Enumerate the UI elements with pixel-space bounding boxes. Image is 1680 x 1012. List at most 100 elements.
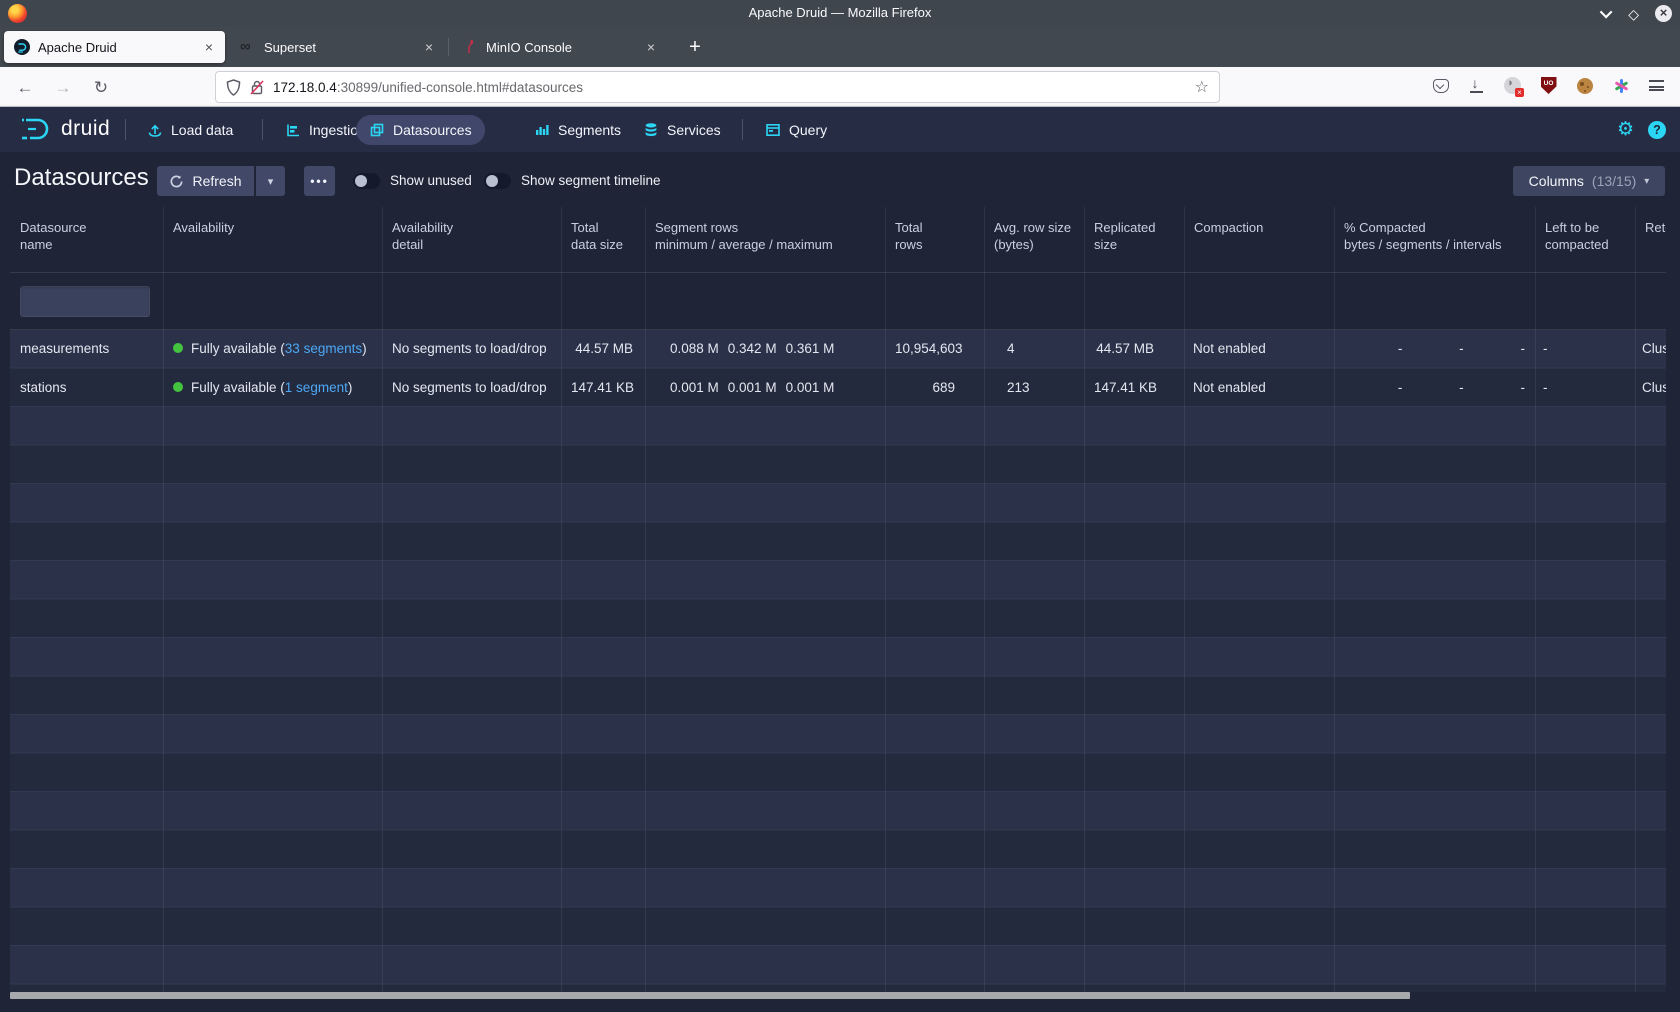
col-header-left-to-be-compacted[interactable]: Left to be compacted xyxy=(1535,207,1635,272)
tab-separator xyxy=(448,38,449,56)
pct-compacted: --- xyxy=(1334,369,1535,408)
tab-title: Apache Druid xyxy=(38,40,117,55)
nav-segments[interactable]: Segments xyxy=(521,115,634,145)
col-header-retention[interactable]: Retention xyxy=(1635,207,1666,272)
forward-button[interactable]: → xyxy=(50,75,76,101)
datasource-name[interactable]: measurements xyxy=(10,330,163,369)
segment-rows: 0.001 M0.001 M0.001 M xyxy=(645,369,885,408)
extension-icon[interactable] xyxy=(1501,74,1524,97)
col-header-compaction[interactable]: Compaction xyxy=(1184,207,1334,272)
page-title: Datasources xyxy=(14,164,149,192)
col-header-pct-compacted[interactable]: % Compacted bytes / segments / intervals xyxy=(1334,207,1535,272)
pct-compacted: --- xyxy=(1334,330,1535,369)
availability: Fully available (33 segments) xyxy=(163,330,382,369)
tab-close-icon[interactable]: × xyxy=(203,39,215,55)
nav-datasources[interactable]: Datasources xyxy=(356,115,485,145)
query-icon xyxy=(765,122,781,138)
show-segment-timeline-label: Show segment timeline xyxy=(521,173,661,188)
columns-button[interactable]: Columns (13/15) ▾ xyxy=(1513,166,1665,196)
compaction: Not enabled xyxy=(1184,330,1334,369)
table-empty-rows xyxy=(10,330,1666,992)
downloads-icon[interactable] xyxy=(1465,74,1488,97)
cookie-extension-icon[interactable] xyxy=(1573,74,1596,97)
avg-row-size: 4 xyxy=(984,330,1084,369)
availability: Fully available (1 segment) xyxy=(163,369,382,408)
refresh-dropdown-button[interactable]: ▾ xyxy=(256,166,285,196)
show-unused-label: Show unused xyxy=(390,173,472,188)
tab-minio-console[interactable]: MinIO Console × xyxy=(452,31,667,63)
tab-bar: Apache Druid × ∞ Superset × MinIO Consol… xyxy=(0,27,1680,67)
nav-services[interactable]: Services xyxy=(630,115,734,145)
col-header-datasource-name[interactable]: Datasource name xyxy=(10,207,163,272)
close-window-icon[interactable]: × xyxy=(1655,5,1672,22)
col-header-availability-detail[interactable]: Availability detail xyxy=(382,207,561,272)
horizontal-scrollbar[interactable] xyxy=(10,992,1410,999)
retention[interactable]: Cluster default xyxy=(1635,369,1666,408)
load-data-icon xyxy=(147,122,163,138)
col-header-total-rows[interactable]: Total rows xyxy=(885,207,984,272)
back-button[interactable]: ← xyxy=(12,75,38,101)
menu-icon[interactable] xyxy=(1645,74,1668,97)
toggle-knob xyxy=(486,175,498,187)
refresh-button-group: Refresh ▾ xyxy=(157,166,285,196)
show-segment-timeline-toggle[interactable] xyxy=(484,173,511,189)
retention[interactable]: Cluster default xyxy=(1635,330,1666,369)
total-data-size: 44.57 MB xyxy=(561,330,645,369)
maximize-icon[interactable]: ◇ xyxy=(1628,7,1639,21)
segment-rows: 0.088 M0.342 M0.361 M xyxy=(645,330,885,369)
col-header-replicated-size[interactable]: Replicated size xyxy=(1084,207,1184,272)
tab-close-icon[interactable]: × xyxy=(423,39,435,55)
new-tab-button[interactable]: + xyxy=(682,35,708,61)
ingestion-icon xyxy=(285,122,301,138)
toggle-knob xyxy=(355,175,367,187)
compaction: Not enabled xyxy=(1184,369,1334,408)
tab-apache-druid[interactable]: Apache Druid × xyxy=(4,31,225,63)
datasource-name-filter-input[interactable] xyxy=(20,286,150,317)
refresh-button[interactable]: Refresh xyxy=(157,166,254,196)
nav-divider xyxy=(125,119,126,140)
col-header-availability[interactable]: Availability xyxy=(163,207,382,272)
help-icon[interactable]: ? xyxy=(1648,121,1666,139)
replicated-size: 44.57 MB xyxy=(1084,330,1184,369)
replicated-size: 147.41 KB xyxy=(1084,369,1184,408)
ublock-icon[interactable]: UO xyxy=(1537,74,1560,97)
nav-load-data[interactable]: Load data xyxy=(134,115,246,145)
nav-query[interactable]: Query xyxy=(752,115,840,145)
url-bar[interactable]: 172.18.0.4:30899/unified-console.html#da… xyxy=(215,71,1220,103)
bookmark-star-icon[interactable]: ☆ xyxy=(1195,77,1209,97)
left-to-be-compacted: - xyxy=(1535,330,1635,369)
window-titlebar: Apache Druid — Mozilla Firefox ◇ × xyxy=(0,0,1680,27)
show-unused-toggle[interactable] xyxy=(353,173,380,189)
datasource-name[interactable]: stations xyxy=(10,369,163,408)
pocket-icon[interactable] xyxy=(1429,74,1452,97)
reload-button[interactable]: ↻ xyxy=(88,75,114,101)
table-row-measurements: measurements Fully available (33 segment… xyxy=(10,330,1666,369)
table-row-stations: stations Fully available (1 segment) No … xyxy=(10,369,1666,408)
druid-logo[interactable]: druid xyxy=(18,114,110,144)
nav-divider xyxy=(262,119,263,140)
insecure-lock-icon[interactable] xyxy=(250,79,264,96)
tracking-shield-icon[interactable] xyxy=(226,79,241,96)
druid-wordmark: druid xyxy=(61,117,110,141)
url-text[interactable]: 172.18.0.4:30899/unified-console.html#da… xyxy=(273,80,1186,95)
services-icon xyxy=(643,122,659,138)
gear-icon[interactable]: ⚙ xyxy=(1617,120,1634,139)
segments-link[interactable]: 1 segment xyxy=(285,380,348,395)
asterisk-extension-icon[interactable] xyxy=(1609,74,1632,97)
datasources-icon xyxy=(369,122,385,138)
tab-superset[interactable]: ∞ Superset × xyxy=(230,31,445,63)
datasources-page: Datasources Refresh ▾ ••• Show unused Sh… xyxy=(0,152,1680,1012)
col-header-segment-rows[interactable]: Segment rows minimum / average / maximum xyxy=(645,207,885,272)
superset-favicon: ∞ xyxy=(240,39,256,55)
total-rows: 10,954,603 xyxy=(885,330,984,369)
window-title: Apache Druid — Mozilla Firefox xyxy=(0,5,1680,20)
tab-close-icon[interactable]: × xyxy=(645,39,657,55)
col-header-total-data-size[interactable]: Total data size xyxy=(561,207,645,272)
col-header-avg-row-size[interactable]: Avg. row size (bytes) xyxy=(984,207,1084,272)
total-rows: 689 xyxy=(885,369,984,408)
segments-link[interactable]: 33 segments xyxy=(285,341,362,356)
more-actions-button[interactable]: ••• xyxy=(304,166,335,196)
avg-row-size: 213 xyxy=(984,369,1084,408)
segments-icon xyxy=(534,122,550,138)
druid-logo-icon xyxy=(18,114,56,144)
